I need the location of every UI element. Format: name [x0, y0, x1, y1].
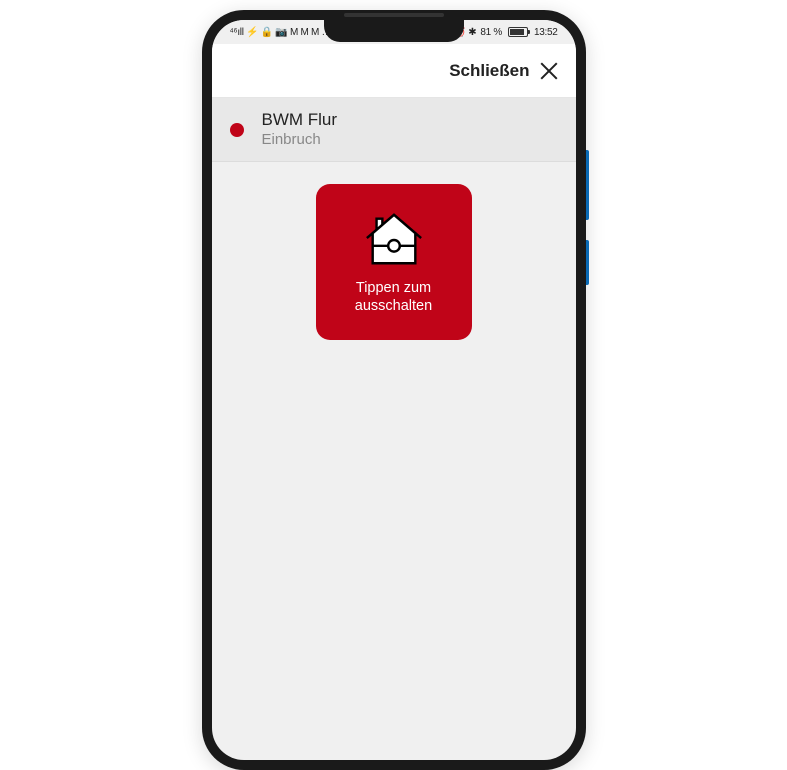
status-left: ⁴⁶ıll ⚡ 🔒 📷 M M M …: [230, 27, 332, 38]
alarm-subtitle: Einbruch: [262, 131, 338, 149]
close-button[interactable]: Schließen: [449, 61, 557, 81]
clock: 13:52: [534, 27, 558, 38]
signal-icons: ⁴⁶ıll ⚡ 🔒 📷 M M M …: [230, 27, 332, 38]
notch: [324, 20, 464, 42]
battery-percent: 81 %: [480, 27, 502, 38]
phone-frame: ⁴⁶ıll ⚡ 🔒 📷 M M M … 👁 ℕ ⏰ ✱ 81 % 13:52 S…: [202, 10, 586, 770]
status-indicator-icon: [230, 123, 244, 137]
phone-screen: ⁴⁶ıll ⚡ 🔒 📷 M M M … 👁 ℕ ⏰ ✱ 81 % 13:52 S…: [212, 20, 576, 760]
close-icon: [540, 62, 558, 80]
house-icon: [363, 209, 425, 271]
disarm-button-label: Tippen zum ausschalten: [355, 279, 432, 315]
content-area: Tippen zum ausschalten: [212, 162, 576, 362]
alarm-list-item[interactable]: BWM Flur Einbruch: [212, 98, 576, 162]
alarm-text: BWM Flur Einbruch: [262, 110, 338, 148]
earpiece: [344, 13, 444, 17]
header-bar: Schließen: [212, 44, 576, 98]
disarm-button[interactable]: Tippen zum ausschalten: [316, 184, 472, 340]
alarm-title: BWM Flur: [262, 110, 338, 130]
volume-button: [586, 150, 589, 220]
battery-icon: [508, 27, 528, 37]
power-button: [586, 240, 589, 285]
close-label: Schließen: [449, 61, 529, 81]
